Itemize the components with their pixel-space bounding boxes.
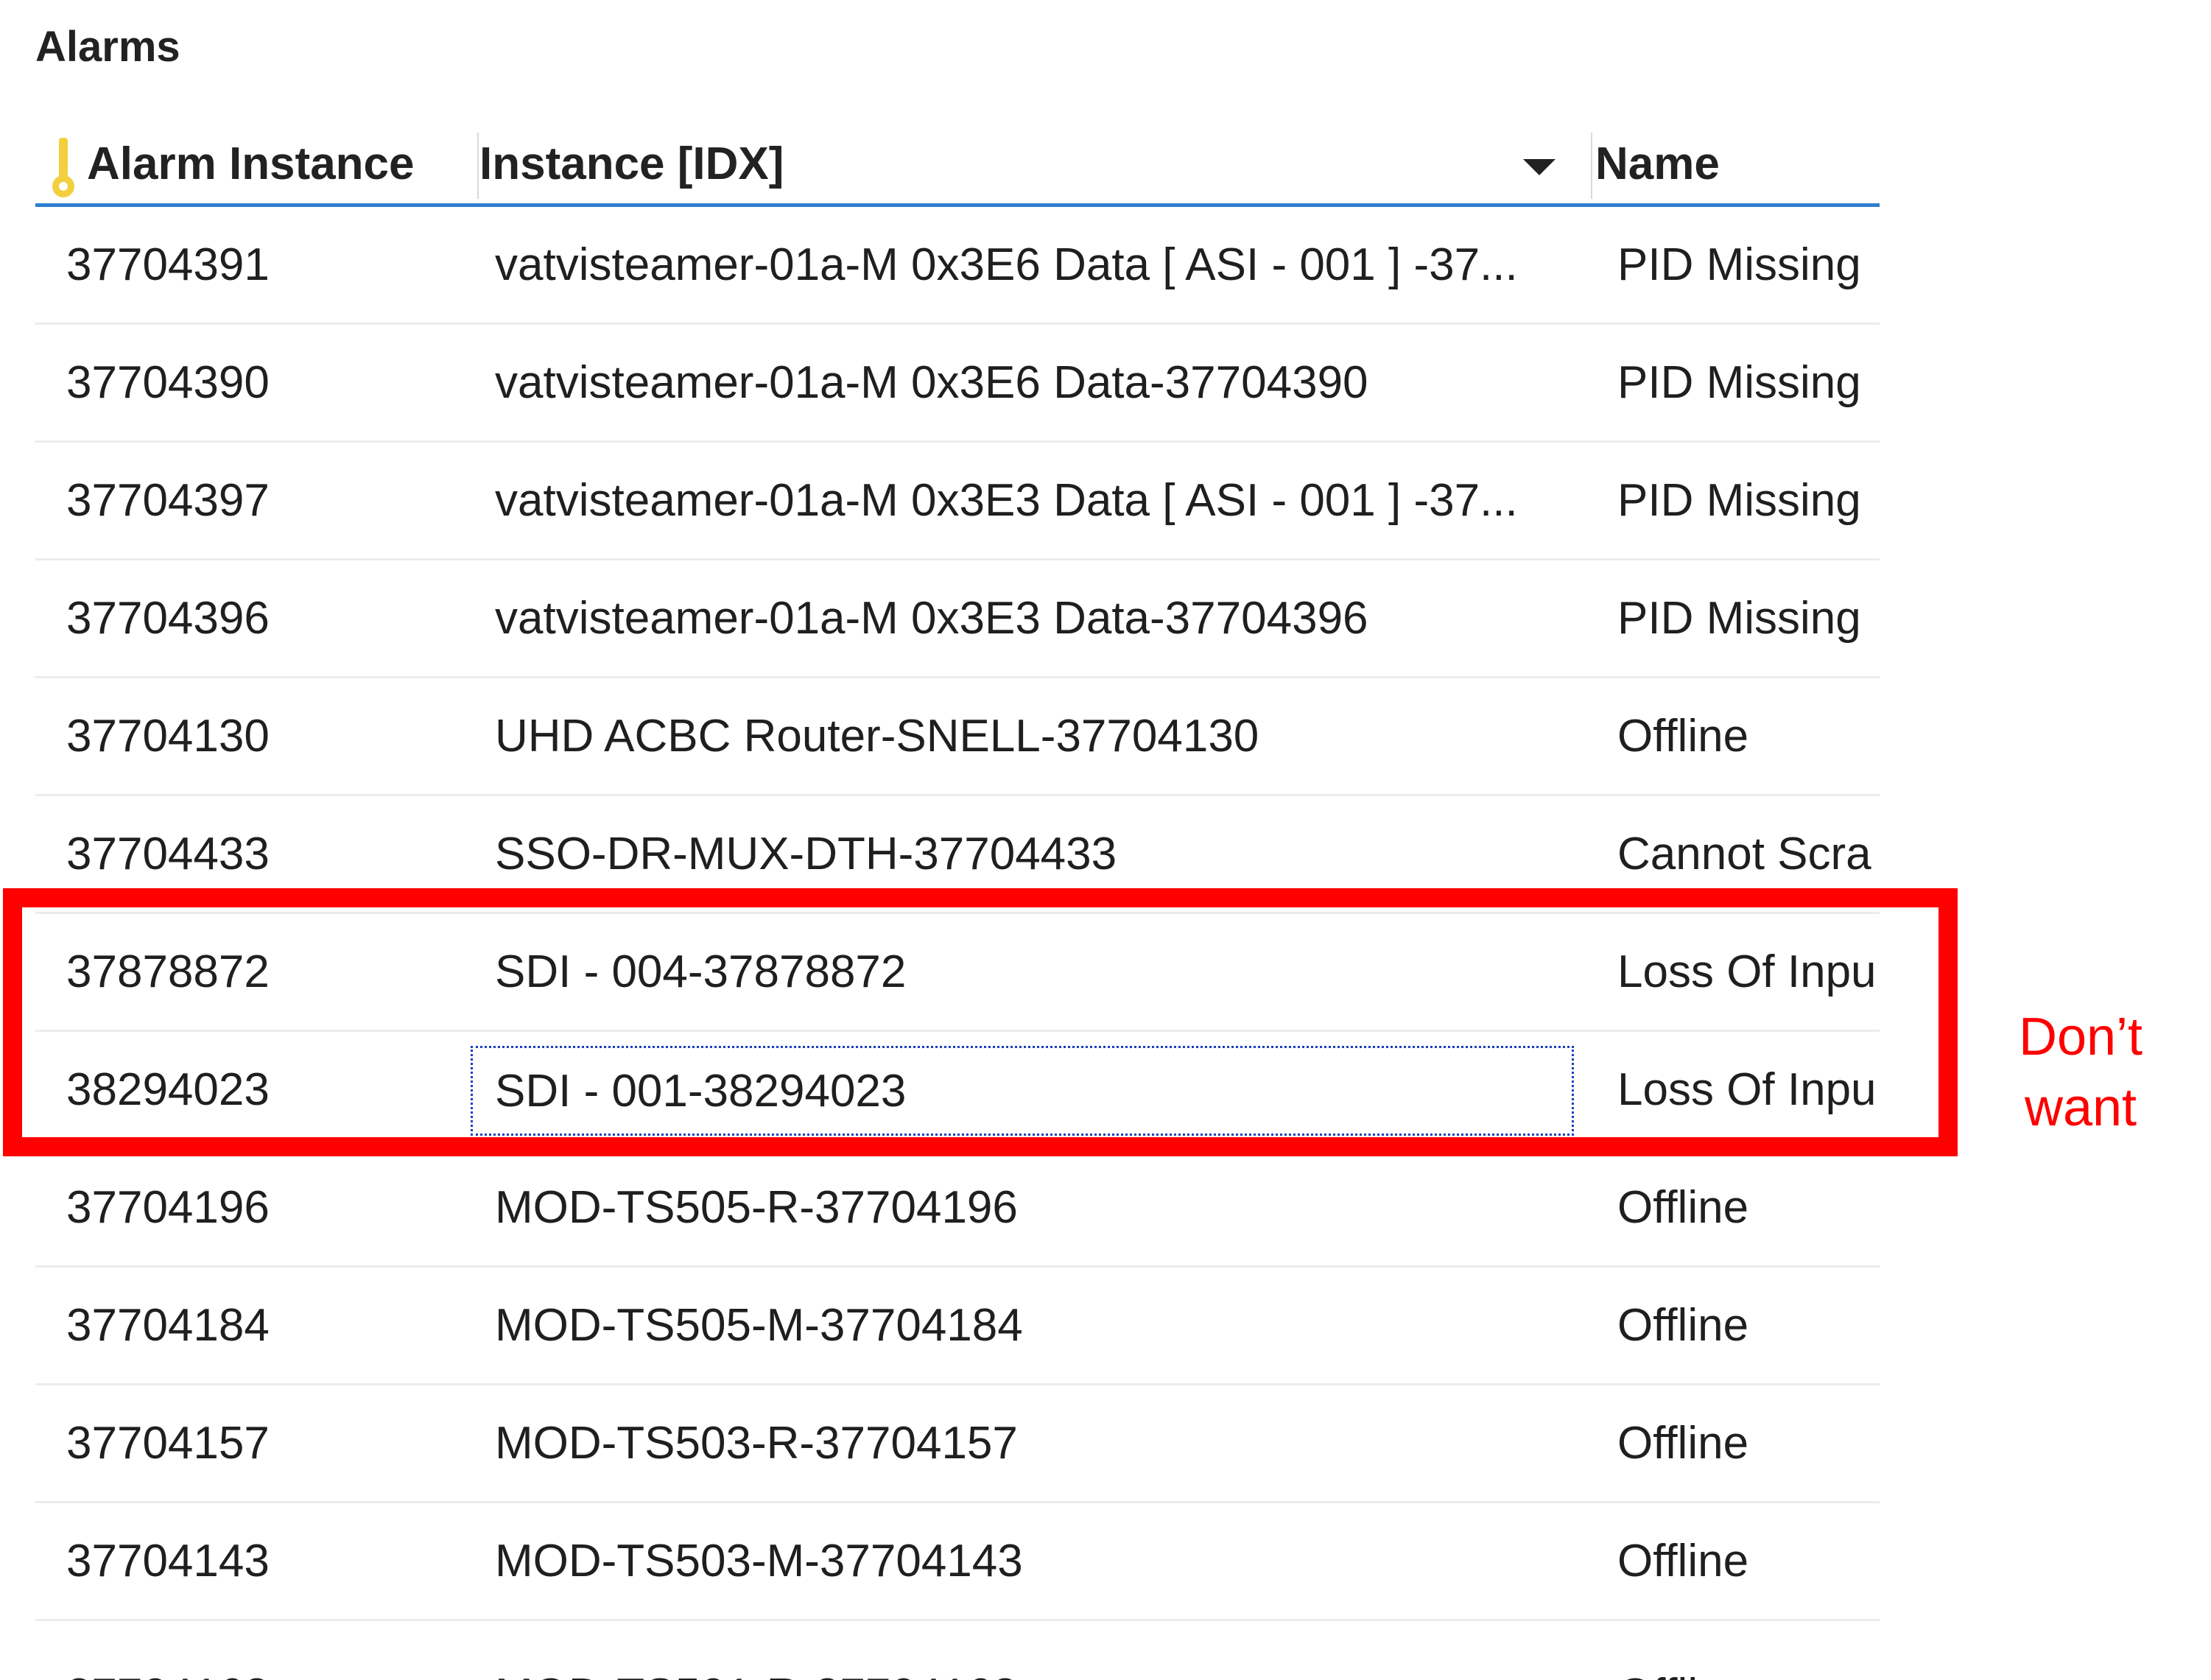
cell-alarm-instance: 37704397 bbox=[66, 475, 270, 526]
sort-descending-icon[interactable] bbox=[1523, 159, 1556, 175]
column-divider[interactable] bbox=[477, 133, 479, 199]
cell-instance-idx: MOD-TS505-M-37704184 bbox=[495, 1300, 1023, 1351]
column-header-alarm-instance[interactable]: Alarm Instance bbox=[49, 124, 483, 203]
cell-alarm-instance: 37704391 bbox=[66, 239, 270, 290]
grid-body: 37704391 vatvisteamer-01a-M 0x3E6 Data [ … bbox=[35, 207, 1880, 1621]
cell-name: Offline bbox=[1617, 711, 1749, 762]
cell-name: PID Missing bbox=[1617, 239, 1861, 290]
column-header-instance-idx[interactable]: Instance [IDX] bbox=[479, 124, 1599, 203]
column-header-label: Name bbox=[1595, 138, 1720, 189]
table-row[interactable]: 37704184 MOD-TS505-M-37704184 Offline bbox=[35, 1268, 1880, 1385]
table-row[interactable]: 37704433 SSO-DR-MUX-DTH-37704433 Cannot Sc… bbox=[35, 796, 1880, 914]
cell-name: PID Missing bbox=[1617, 357, 1861, 408]
column-header-name[interactable]: Name bbox=[1595, 124, 1875, 203]
grid-header: Alarm Instance Instance [IDX] Name bbox=[35, 124, 1880, 207]
table-row[interactable]: 37878872 SDI - 004-37878872 Loss Of Inpu bbox=[35, 914, 1880, 1032]
cell-alarm-instance: 37704143 bbox=[66, 1536, 270, 1586]
cell-instance-idx: SDI - 004-37878872 bbox=[495, 946, 907, 997]
cell-instance-idx: SDI - 001-38294023 bbox=[470, 1045, 1575, 1136]
table-row[interactable]: 38294023 SDI - 001-38294023 Loss Of Inpu bbox=[35, 1032, 1880, 1150]
cell-instance-idx: MOD-TS503-R-37704157 bbox=[495, 1418, 1018, 1469]
key-icon bbox=[52, 138, 74, 197]
table-row[interactable]: 37704196 MOD-TS505-R-37704196 Offline bbox=[35, 1150, 1880, 1268]
table-row[interactable]: 37704391 vatvisteamer-01a-M 0x3E6 Data [ … bbox=[35, 207, 1880, 325]
cell-alarm-instance: 37704396 bbox=[66, 593, 270, 644]
cell-name: Offline bbox=[1617, 1182, 1749, 1233]
cell-instance-idx: vatvisteamer-01a-M 0x3E6 Data [ ASI - 00… bbox=[495, 239, 1518, 290]
table-row[interactable]: 37704396 vatvisteamer-01a-M 0x3E3 Data-37… bbox=[35, 560, 1880, 678]
cell-alarm-instance: 37704163 bbox=[66, 1628, 479, 1680]
table-row-partial[interactable]: 37704163 MOD-TS501-R-37704163 Offline bbox=[35, 1621, 1880, 1680]
cell-name: Offline bbox=[1617, 1300, 1749, 1351]
table-row[interactable]: 37704157 MOD-TS503-R-37704157 Offline bbox=[35, 1385, 1880, 1503]
panel-title: Alarms bbox=[35, 23, 180, 71]
table-row[interactable]: 37704397 vatvisteamer-01a-M 0x3E3 Data [ … bbox=[35, 443, 1880, 560]
cell-instance-idx: vatvisteamer-01a-M 0x3E3 Data-37704396 bbox=[495, 593, 1368, 644]
cell-name: Offline bbox=[1617, 1536, 1749, 1586]
cell-name: PID Missing bbox=[1617, 475, 1861, 526]
cell-instance-idx: vatvisteamer-01a-M 0x3E6 Data-37704390 bbox=[495, 357, 1368, 408]
alarms-grid: Alarm Instance Instance [IDX] Name 37704… bbox=[35, 124, 1880, 1680]
cell-alarm-instance: 37704196 bbox=[66, 1182, 270, 1233]
cell-alarm-instance: 37704130 bbox=[66, 711, 270, 762]
cell-instance-idx: UHD ACBC Router-SNELL-37704130 bbox=[495, 711, 1259, 762]
cell-name: Cannot Scra bbox=[1617, 829, 1871, 879]
cell-alarm-instance: 37704433 bbox=[66, 829, 270, 879]
cell-name: Offline bbox=[1617, 1418, 1749, 1469]
cell-alarm-instance: 37878872 bbox=[66, 946, 270, 997]
column-header-label: Instance [IDX] bbox=[479, 138, 784, 189]
annotation-text: Don’t want bbox=[2018, 1008, 2143, 1137]
column-header-label: Alarm Instance bbox=[87, 138, 415, 189]
table-row[interactable]: 37704130 UHD ACBC Router-SNELL-37704130 Of… bbox=[35, 678, 1880, 796]
cell-alarm-instance: 38294023 bbox=[66, 1064, 270, 1115]
cell-instance-idx: MOD-TS505-R-37704196 bbox=[495, 1182, 1018, 1233]
cell-instance-idx: MOD-TS503-M-37704143 bbox=[495, 1536, 1023, 1586]
table-row[interactable]: 37704143 MOD-TS503-M-37704143 Offline bbox=[35, 1503, 1880, 1621]
cell-alarm-instance: 37704157 bbox=[66, 1418, 270, 1469]
cell-instance-idx: SSO-DR-MUX-DTH-37704433 bbox=[495, 829, 1117, 879]
column-divider[interactable] bbox=[1591, 133, 1592, 199]
cell-name: PID Missing bbox=[1617, 593, 1861, 644]
cell-alarm-instance: 37704184 bbox=[66, 1300, 270, 1351]
cell-alarm-instance: 37704390 bbox=[66, 357, 270, 408]
cell-instance-idx: vatvisteamer-01a-M 0x3E3 Data [ ASI - 00… bbox=[495, 475, 1518, 526]
cell-name: Loss Of Inpu bbox=[1617, 946, 1877, 997]
cell-name: Offline bbox=[1617, 1628, 1880, 1680]
table-row[interactable]: 37704390 vatvisteamer-01a-M 0x3E6 Data-37… bbox=[35, 325, 1880, 443]
cell-name: Loss Of Inpu bbox=[1617, 1064, 1877, 1115]
cell-instance-idx: MOD-TS501-R-37704163 bbox=[495, 1628, 1570, 1680]
